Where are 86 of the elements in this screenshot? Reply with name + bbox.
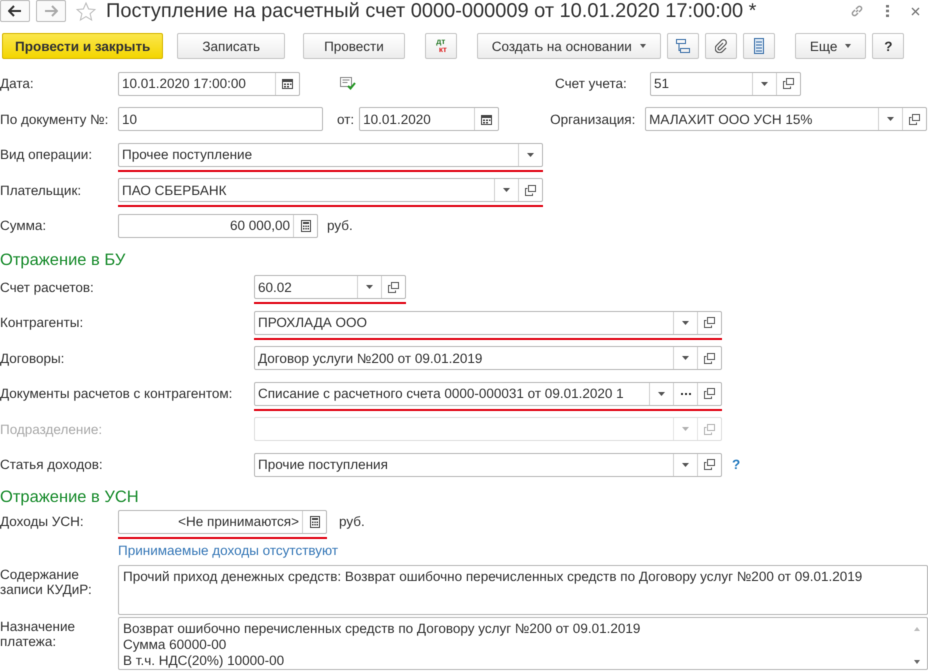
accounting-field[interactable]: 60.02 <box>254 275 406 300</box>
field-label: Доходы УСН: <box>0 514 85 529</box>
menu-icon[interactable] <box>886 5 889 17</box>
open-icon[interactable] <box>704 388 715 400</box>
field-label: Содержание записи КУДиР: <box>0 566 93 596</box>
section-heading: Отражение в УСН <box>0 486 140 506</box>
field-label: Вид операции: <box>0 147 94 162</box>
open-icon[interactable] <box>704 352 715 364</box>
field-label: Статья доходов: <box>0 457 104 472</box>
open-icon[interactable] <box>388 282 399 293</box>
currency-label: руб. <box>339 514 365 529</box>
arrow-right-icon <box>44 5 58 17</box>
field-label: Документы расчетов с контрагентом: <box>0 386 234 402</box>
section-heading: Отражение в БУ <box>0 250 126 270</box>
accounting-field[interactable]: ПРОХЛАДА ООО <box>254 310 722 335</box>
field-label: от: <box>337 112 354 127</box>
operation-type-field[interactable]: Прочее поступление <box>118 142 543 167</box>
dropdown-icon[interactable] <box>682 462 689 467</box>
dropdown-icon[interactable] <box>682 320 689 325</box>
document-date-field[interactable]: 10.01.2020 <box>359 107 500 132</box>
date-field[interactable]: 10.01.2020 17:00:00 <box>118 72 300 96</box>
window-title: Поступление на расчетный счет 0000-000009 от 10.01.2020 17:00:00 * <box>106 0 756 22</box>
structure-button[interactable] <box>666 33 699 59</box>
field-label: Плательщик: <box>0 182 82 198</box>
journal-entries-button[interactable]: дт кт <box>424 33 457 59</box>
account-field[interactable]: 51 <box>650 72 801 96</box>
amount-field[interactable]: 60 000,00 <box>118 214 318 238</box>
field-label: Контрагенты: <box>0 315 84 330</box>
field-label: По документу №: <box>0 112 110 127</box>
field-label: Подразделение: <box>0 422 104 437</box>
save-button[interactable]: Записать <box>177 33 286 59</box>
help-button[interactable]: ? <box>872 33 904 59</box>
accounting-field[interactable]: Списание с расчетного счета 0000-000031 от 09.01.2020 1 <box>254 382 722 406</box>
dropdown-icon[interactable] <box>366 285 373 290</box>
list-icon <box>754 38 764 54</box>
kudir-entry-field[interactable]: Прочий приход денежных средств: Возврат ошибочно перечисленных средств по Договору услуг №200 от 09.01.2019 <box>118 564 928 614</box>
field-label: Счет учета: <box>555 76 628 92</box>
open-icon[interactable] <box>909 114 920 125</box>
organization-field[interactable]: МАЛАХИТ ООО УСН 15% <box>645 107 928 132</box>
link-icon[interactable] <box>850 4 864 18</box>
accounting-field[interactable]: Прочие поступления <box>254 452 722 477</box>
dropdown-icon[interactable] <box>527 152 534 157</box>
field-label: Договоры: <box>0 350 66 366</box>
open-icon[interactable] <box>783 78 794 90</box>
field-label: Организация: <box>550 112 636 127</box>
calculator-icon[interactable] <box>310 516 320 528</box>
payment-purpose-field[interactable]: Возврат ошибочно перечисленных средств по Договору услуг №200 от 09.01.2019 Сумма 60000-00 В т.ч. НДС(20%) 10000-00 <box>118 616 928 670</box>
open-icon[interactable] <box>704 317 715 328</box>
caret-icon <box>845 44 852 48</box>
more-button[interactable]: Еще <box>794 33 866 59</box>
scroll-down-icon[interactable] <box>914 660 920 664</box>
open-icon[interactable] <box>525 184 536 196</box>
arrow-left-icon <box>8 5 22 17</box>
dropdown-icon[interactable] <box>682 356 689 360</box>
star-icon[interactable] <box>76 2 96 20</box>
dropdown-icon[interactable] <box>887 117 894 122</box>
post-and-close-button[interactable]: Провести и закрыть <box>2 33 164 59</box>
dropdown-icon[interactable] <box>503 188 510 192</box>
calendar-icon[interactable] <box>282 78 293 90</box>
back-button[interactable] <box>0 0 30 22</box>
accepted-income-link[interactable]: Принимаемые доходы отсутствуют <box>118 536 928 564</box>
paperclip-icon <box>714 39 727 53</box>
close-icon[interactable] <box>911 6 920 16</box>
more-dots-icon[interactable] <box>680 392 690 395</box>
field-label: Счет расчетов: <box>0 280 95 295</box>
document-number-field[interactable]: 10 <box>118 107 323 132</box>
field-label: Назначение платежа: <box>0 618 76 648</box>
create-based-on-button[interactable]: Создать на основании <box>476 33 661 59</box>
help-link[interactable]: ? <box>732 457 740 472</box>
post-button[interactable]: Провести <box>303 33 405 59</box>
dropdown-icon[interactable] <box>761 82 768 86</box>
structure-icon <box>676 39 690 53</box>
open-icon[interactable] <box>704 459 715 470</box>
payer-field[interactable]: ПАО СБЕРБАНК <box>118 178 543 202</box>
calculator-icon[interactable] <box>300 220 310 232</box>
currency-label: руб. <box>327 218 353 234</box>
field-label: Дата: <box>0 76 35 92</box>
list-button[interactable] <box>742 33 775 59</box>
accounting-field[interactable]: Договор услуги №200 от 09.01.2019 <box>254 346 722 370</box>
dropdown-icon[interactable] <box>658 392 665 396</box>
calendar-icon[interactable] <box>481 114 492 125</box>
caret-icon <box>640 44 646 48</box>
usn-income-field[interactable]: <Не принимаются> <box>118 510 327 534</box>
field-label: Сумма: <box>0 218 48 234</box>
document-check-icon[interactable] <box>340 77 356 90</box>
attachment-button[interactable] <box>704 33 737 59</box>
